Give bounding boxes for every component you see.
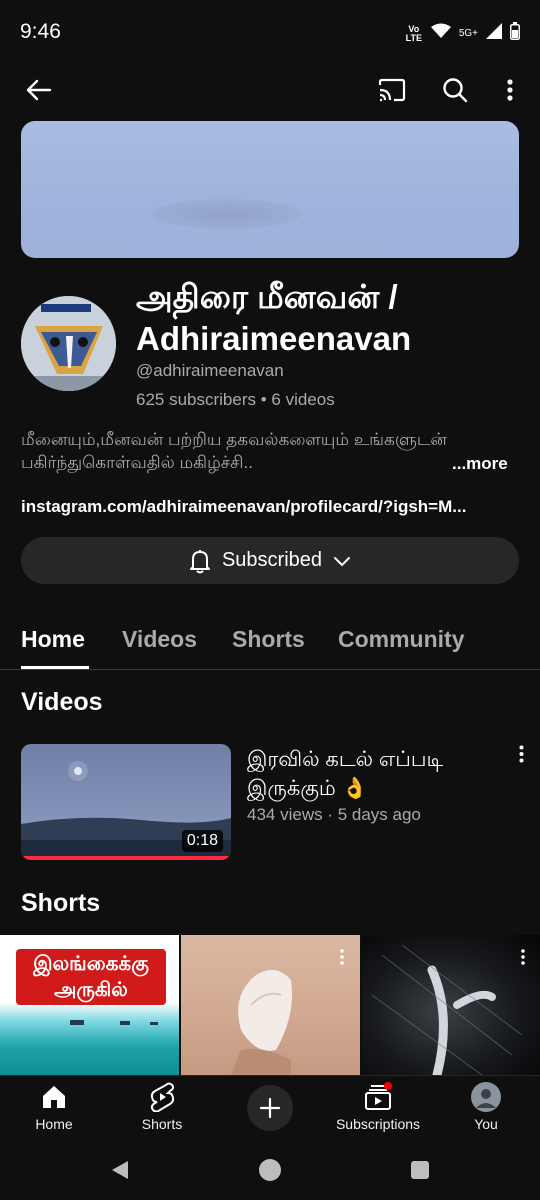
description-more-link[interactable]: ...more xyxy=(452,454,508,474)
nav-you-label: You xyxy=(474,1116,498,1132)
nav-shorts[interactable]: Shorts xyxy=(112,1082,212,1132)
search-icon xyxy=(443,78,468,103)
more-vertical-icon xyxy=(507,79,513,101)
status-icons: Vo LTE 5G+ xyxy=(405,22,520,45)
bottom-nav: Home Shorts Subscriptions You xyxy=(0,1075,540,1140)
arrow-left-icon xyxy=(26,79,52,101)
active-tab-indicator xyxy=(21,666,89,669)
battery-icon xyxy=(510,22,520,45)
video-title[interactable]: இரவில் கடல் எப்படி இருக்கும் 👌 xyxy=(247,745,497,803)
avatar-icon xyxy=(471,1082,501,1112)
nav-subscriptions-label: Subscriptions xyxy=(335,1116,421,1132)
banner-texture xyxy=(151,199,301,229)
status-time: 9:46 xyxy=(20,20,61,43)
tab-community[interactable]: Community xyxy=(338,626,465,653)
bell-icon xyxy=(189,549,210,573)
signal-icon xyxy=(486,23,502,44)
short-more-button[interactable] xyxy=(515,949,531,971)
square-recents-icon xyxy=(411,1161,429,1179)
triangle-back-icon xyxy=(112,1161,128,1179)
tab-shorts[interactable]: Shorts xyxy=(232,626,305,653)
fish-net-picture xyxy=(371,944,523,1075)
system-back-button[interactable] xyxy=(106,1158,134,1182)
subscribed-button[interactable]: Subscribed xyxy=(21,537,519,584)
shorts-row: இலங்கைக்கு அருகில் xyxy=(0,935,540,1075)
nav-home[interactable]: Home xyxy=(4,1082,104,1132)
status-bar: 9:46 Vo LTE 5G+ xyxy=(0,0,540,64)
channel-name: அதிரை மீனவன் / Adhiraimeenavan xyxy=(136,278,412,357)
short-more-button[interactable] xyxy=(334,949,350,971)
wifi-icon xyxy=(430,23,451,44)
search-button[interactable] xyxy=(435,70,475,110)
plus-icon xyxy=(259,1097,281,1119)
channel-link[interactable]: instagram.com/adhiraimeenavan/profilecar… xyxy=(21,497,521,517)
home-icon xyxy=(43,1086,65,1108)
videos-section-title: Videos xyxy=(21,688,103,716)
channel-avatar[interactable] xyxy=(21,296,116,391)
nav-you[interactable]: You xyxy=(436,1082,536,1132)
more-vertical-icon xyxy=(521,949,525,965)
back-button[interactable] xyxy=(18,70,58,110)
channel-handle: @adhiraimeenavan xyxy=(136,361,284,380)
watch-progress-bar xyxy=(21,856,231,860)
video-more-button[interactable] xyxy=(510,745,532,769)
video-meta: 434 views · 5 days ago xyxy=(247,805,421,824)
more-button[interactable] xyxy=(492,70,528,110)
short-card[interactable]: இலங்கைக்கு அருகில் xyxy=(0,935,179,1075)
channel-stats: 625 subscribers • 6 videos xyxy=(136,390,335,409)
chevron-down-icon xyxy=(334,556,351,566)
sea-picture xyxy=(70,1020,158,1025)
tab-videos[interactable]: Videos xyxy=(122,626,197,653)
video-duration: 0:18 xyxy=(181,830,223,852)
subscribed-label: Subscribed xyxy=(221,549,323,571)
more-vertical-icon xyxy=(340,949,344,965)
cast-button[interactable] xyxy=(372,70,412,110)
short-card[interactable] xyxy=(362,935,540,1075)
network-type: 5G+ xyxy=(458,28,478,39)
nav-shorts-label: Shorts xyxy=(141,1116,183,1132)
nav-home-label: Home xyxy=(35,1116,73,1132)
circle-home-icon xyxy=(259,1159,281,1181)
channel-tabs: Home Videos Shorts Community xyxy=(0,610,540,670)
system-nav-bar xyxy=(0,1140,540,1200)
system-recents-button[interactable] xyxy=(406,1158,434,1182)
volte-badge: Vo LTE xyxy=(405,23,422,43)
more-vertical-icon xyxy=(519,745,523,763)
short-card[interactable] xyxy=(181,935,360,1075)
system-home-button[interactable] xyxy=(256,1158,284,1182)
create-button[interactable] xyxy=(247,1085,293,1131)
cast-icon xyxy=(378,78,406,102)
video-thumbnail[interactable]: 0:18 xyxy=(21,744,231,860)
shorts-section-title: Shorts xyxy=(21,889,101,917)
shorts-icon xyxy=(150,1082,175,1112)
subscriptions-icon xyxy=(365,1082,392,1110)
nav-subscriptions[interactable]: Subscriptions xyxy=(328,1082,428,1132)
channel-banner xyxy=(21,121,519,258)
app-bar xyxy=(0,64,540,116)
boat-picture xyxy=(21,296,116,391)
tab-home[interactable]: Home xyxy=(21,626,85,653)
channel-description[interactable]: மீனையும்,மீனவன் பற்றிய தகவல்களையும் உங்க… xyxy=(21,428,521,474)
